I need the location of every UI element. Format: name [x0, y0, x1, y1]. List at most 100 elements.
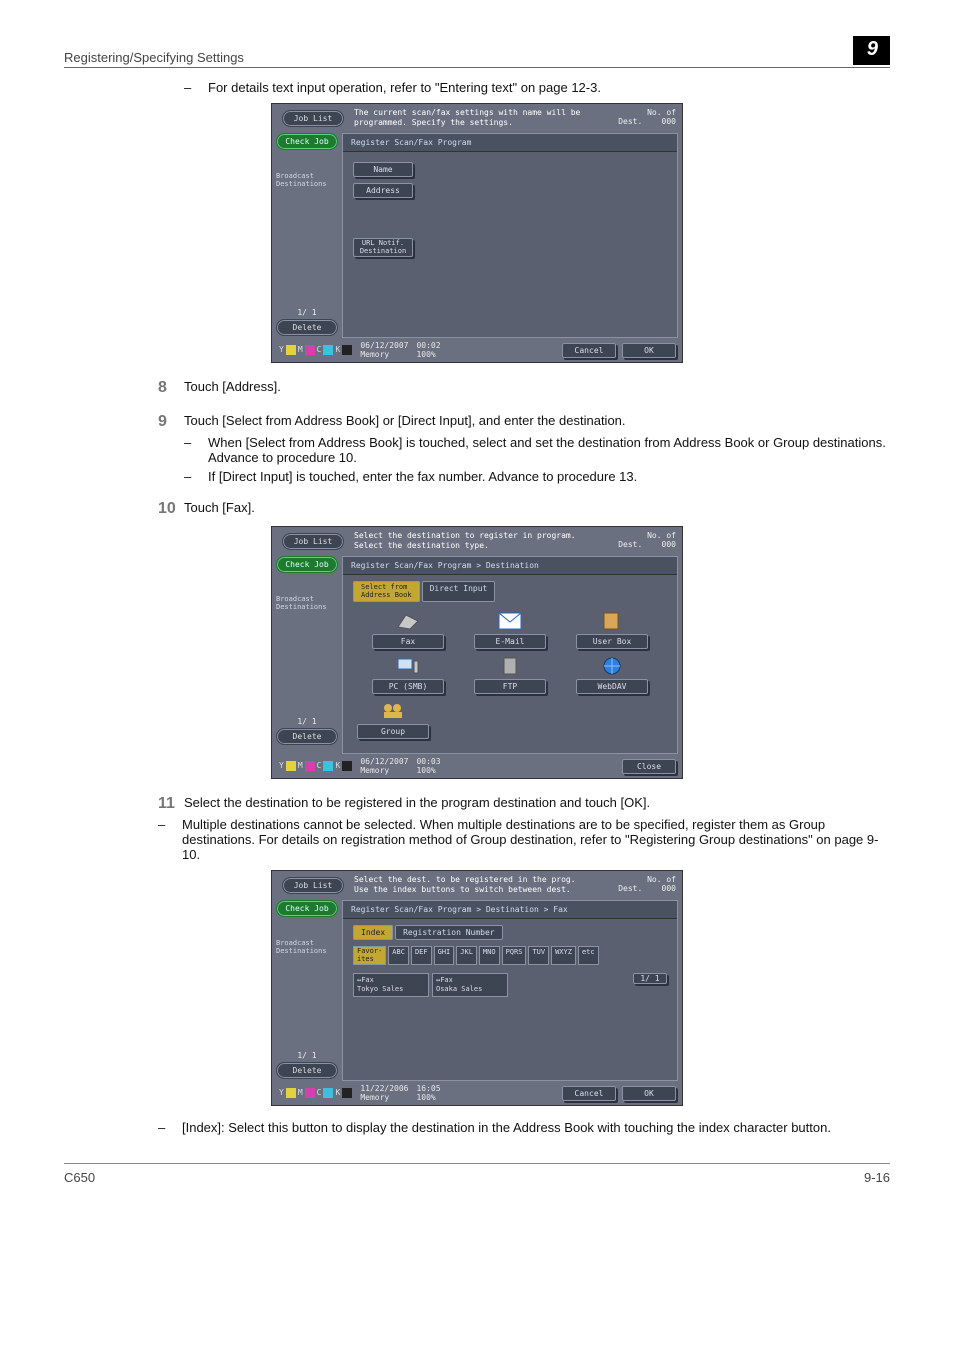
index-mno[interactable]: MNO — [479, 946, 500, 965]
step9-sub1: When [Select from Address Book] is touch… — [208, 435, 890, 465]
status-time: 00:03 — [416, 757, 440, 766]
memory-percent: 100% — [416, 1093, 440, 1102]
group-icon — [380, 700, 406, 722]
step9-sub2: If [Direct Input] is touched, enter the … — [208, 469, 890, 484]
broadcast-label: Broadcast Destinations — [276, 595, 338, 611]
memory-label: Memory — [360, 1093, 389, 1102]
index-abc[interactable]: ABC — [388, 946, 409, 965]
dest-count-value: 000 — [662, 117, 676, 126]
tab-select-from-address-book[interactable]: Select from Address Book — [353, 581, 420, 602]
device-screenshot-1: Job List The current scan/fax settings w… — [271, 103, 683, 363]
pc-smb-icon — [395, 655, 421, 677]
index-def[interactable]: DEF — [411, 946, 432, 965]
delete-button[interactable]: Delete — [276, 319, 338, 336]
close-button[interactable]: Close — [622, 759, 676, 774]
destination-osaka-sales[interactable]: ↔Fax Osaka Sales — [432, 973, 508, 997]
delete-button[interactable]: Delete — [276, 1062, 338, 1079]
index-pqrs[interactable]: PQRS — [502, 946, 527, 965]
pager: 1/ 1 — [276, 717, 338, 726]
status-time: 16:05 — [416, 1084, 440, 1093]
job-list-button[interactable]: Job List — [282, 533, 344, 550]
step11-sub1: Multiple destinations cannot be selected… — [182, 817, 890, 862]
toner-levels-icon: Y M C K — [278, 761, 352, 771]
prompt-message: The current scan/fax settings with name … — [348, 108, 616, 128]
step-number: 10 — [158, 500, 184, 518]
device-screenshot-2: Job List Select the destination to regis… — [271, 526, 683, 779]
step-number: 11 — [158, 795, 184, 813]
toner-levels-icon: Y M C K — [278, 345, 352, 355]
page-counter: 1/ 1 — [633, 973, 667, 984]
ftp-button[interactable]: FTP — [474, 679, 546, 694]
footer-model: C650 — [64, 1170, 95, 1185]
name-button[interactable]: Name — [353, 162, 413, 177]
check-job-button[interactable]: Check Job — [276, 556, 338, 573]
status-time: 00:02 — [416, 341, 440, 350]
post-bullet-text: [Index]: Select this button to display t… — [182, 1120, 890, 1135]
breadcrumb: Register Scan/Fax Program > Destination — [343, 557, 677, 575]
bullet-dash: – — [184, 80, 208, 95]
dest-count-value: 000 — [662, 884, 676, 893]
job-list-button[interactable]: Job List — [282, 110, 344, 127]
prompt-message: Select the dest. to be registered in the… — [348, 875, 616, 895]
cancel-button[interactable]: Cancel — [562, 1086, 616, 1101]
job-list-button[interactable]: Job List — [282, 877, 344, 894]
check-job-button[interactable]: Check Job — [276, 133, 338, 150]
index-ghi[interactable]: GHI — [434, 946, 455, 965]
memory-label: Memory — [360, 350, 389, 359]
delete-button[interactable]: Delete — [276, 728, 338, 745]
webdav-icon — [599, 655, 625, 677]
intro-bullet-text: For details text input operation, refer … — [208, 80, 890, 95]
index-etc[interactable]: etc — [578, 946, 599, 965]
broadcast-label: Broadcast Destinations — [276, 172, 338, 188]
destination-tokyo-sales[interactable]: ↔Fax Tokyo Sales — [353, 973, 429, 997]
userbox-button[interactable]: User Box — [576, 634, 648, 649]
webdav-button[interactable]: WebDAV — [576, 679, 648, 694]
tab-direct-input[interactable]: Direct Input — [422, 581, 496, 602]
pager: 1/ 1 — [276, 1051, 338, 1060]
tab-index[interactable]: Index — [353, 925, 393, 940]
breadcrumb: Register Scan/Fax Program > Destination … — [343, 901, 677, 919]
address-button[interactable]: Address — [353, 183, 413, 198]
pager: 1/ 1 — [276, 308, 338, 317]
step-number: 8 — [158, 379, 184, 397]
memory-label: Memory — [360, 766, 389, 775]
step-text: Touch [Address]. — [184, 379, 281, 397]
footer-page-number: 9-16 — [864, 1170, 890, 1185]
prompt-message: Select the destination to register in pr… — [348, 531, 616, 551]
status-date: 06/12/2007 — [360, 341, 408, 350]
cancel-button[interactable]: Cancel — [562, 343, 616, 358]
ok-button[interactable]: OK — [622, 1086, 676, 1101]
toner-levels-icon: Y M C K — [278, 1088, 352, 1098]
status-date: 06/12/2007 — [360, 757, 408, 766]
breadcrumb: Register Scan/Fax Program — [343, 134, 677, 152]
memory-percent: 100% — [416, 350, 440, 359]
index-wxyz[interactable]: WXYZ — [551, 946, 576, 965]
step-number: 9 — [158, 413, 184, 431]
bullet-dash: – — [184, 469, 208, 484]
step-text: Touch [Select from Address Book] or [Dir… — [184, 413, 626, 431]
ok-button[interactable]: OK — [622, 343, 676, 358]
ftp-icon — [497, 655, 523, 677]
chapter-number-badge: 9 — [853, 36, 890, 65]
fax-icon — [395, 610, 421, 632]
tab-registration-number[interactable]: Registration Number — [395, 925, 503, 940]
device-screenshot-3: Job List Select the dest. to be register… — [271, 870, 683, 1106]
bullet-dash: – — [184, 435, 208, 465]
status-date: 11/22/2006 — [360, 1084, 408, 1093]
check-job-button[interactable]: Check Job — [276, 900, 338, 917]
bullet-dash: – — [158, 817, 182, 862]
section-title: Registering/Specifying Settings — [64, 50, 244, 65]
email-icon — [497, 610, 523, 632]
index-jkl[interactable]: JKL — [456, 946, 477, 965]
url-notif-button[interactable]: URL Notif. Destination — [353, 238, 413, 257]
bullet-dash: – — [158, 1120, 182, 1135]
memory-percent: 100% — [416, 766, 440, 775]
userbox-icon — [599, 610, 625, 632]
pc-smb-button[interactable]: PC (SMB) — [372, 679, 444, 694]
email-button[interactable]: E-Mail — [474, 634, 546, 649]
step-text: Touch [Fax]. — [184, 500, 255, 518]
index-favorites[interactable]: Favor- ites — [353, 946, 386, 965]
group-button[interactable]: Group — [357, 724, 429, 739]
fax-button[interactable]: Fax — [372, 634, 444, 649]
index-tuv[interactable]: TUV — [528, 946, 549, 965]
